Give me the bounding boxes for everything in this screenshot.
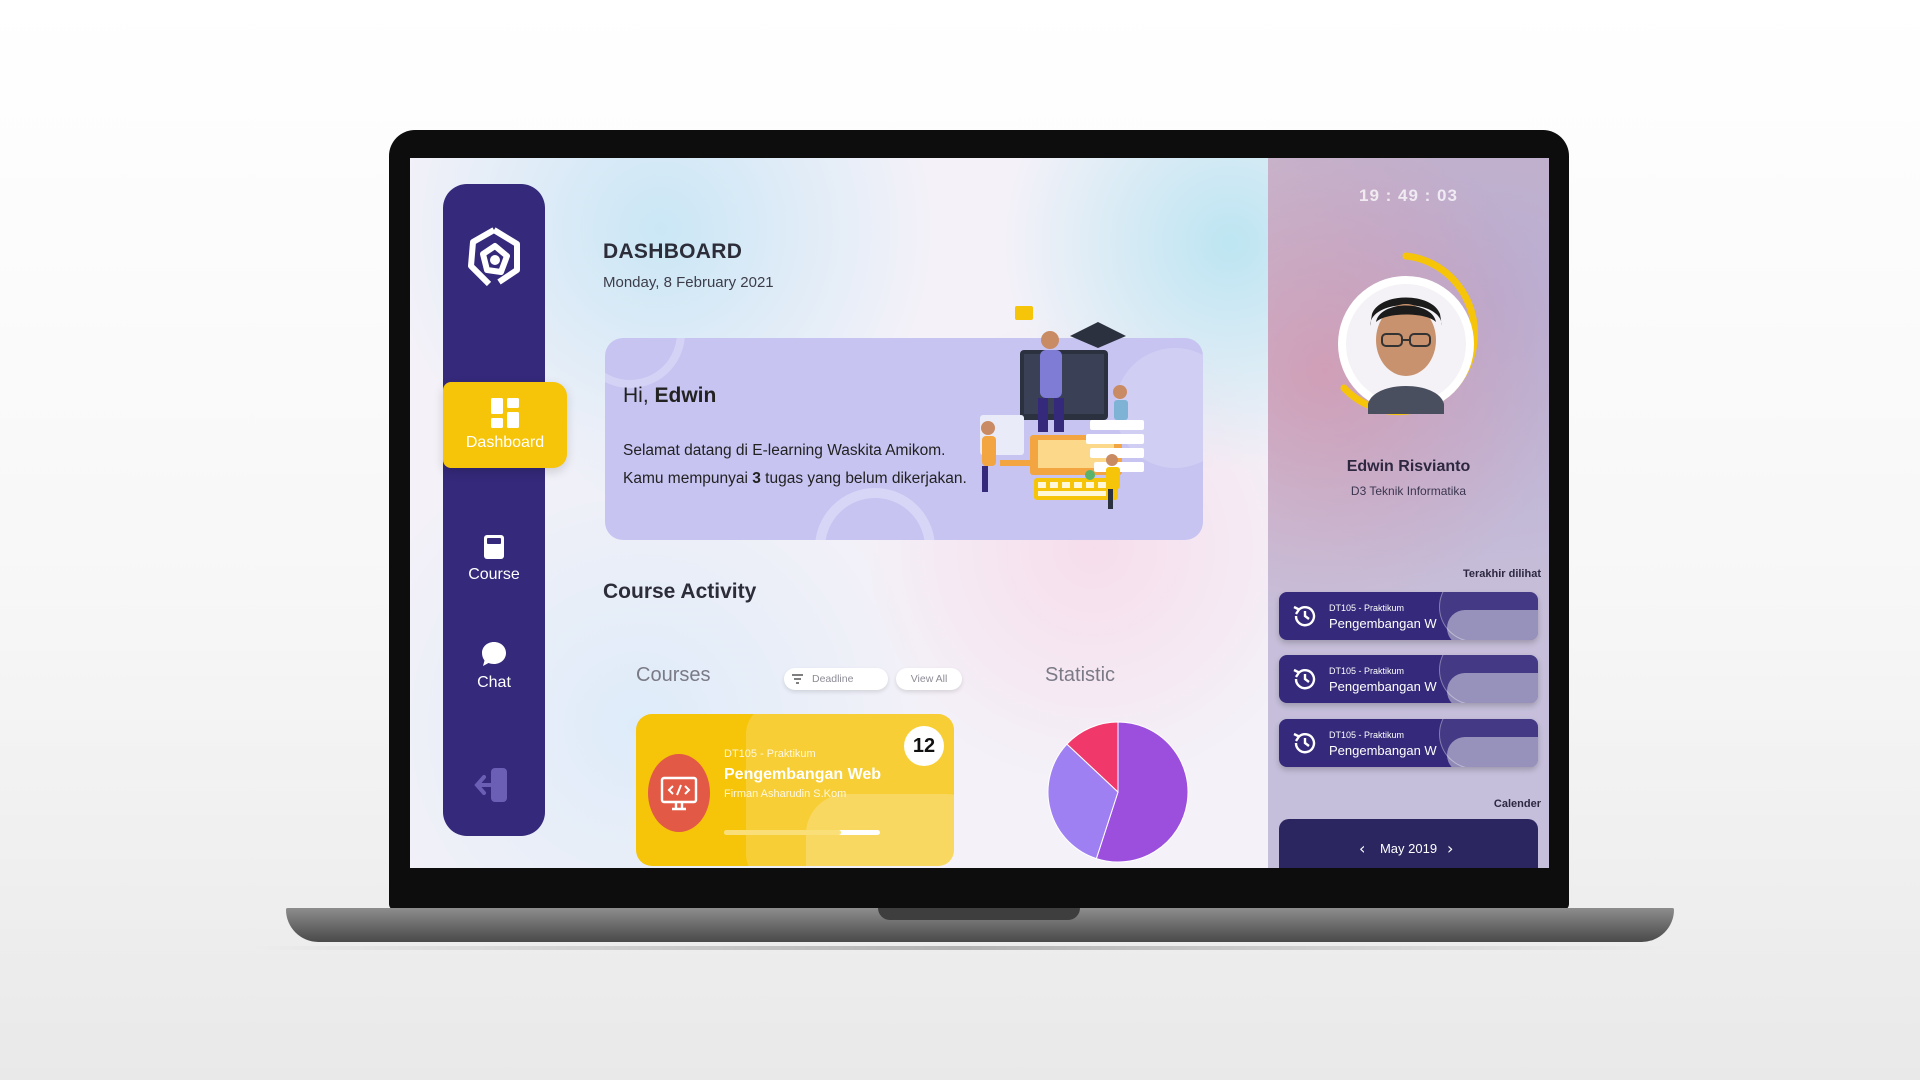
course-icon (648, 754, 710, 832)
sidebar-item-dashboard[interactable]: Dashboard (443, 382, 567, 468)
course-name: Pengembangan Web (724, 766, 882, 783)
app-screen: Course Chat Dashboard DASHBOARD Monday, … (410, 158, 1549, 868)
classroom-illustration (980, 306, 1144, 509)
dashboard-grid-icon (491, 398, 519, 428)
recent-name: Pengembangan W (1329, 616, 1437, 631)
deadline-filter-label: Deadline (812, 673, 854, 685)
sidebar-item-label: Course (468, 566, 520, 583)
decorative-shape (1447, 610, 1538, 640)
page-title: DASHBOARD (603, 240, 743, 263)
sidebar-item-label: Dashboard (465, 434, 545, 451)
calendar-month: May 2019 (1379, 841, 1438, 856)
decorative-ring (815, 488, 935, 540)
welcome-message: Selamat datang di E-learning Waskita Ami… (623, 442, 946, 459)
greeting-name: Edwin (654, 384, 717, 407)
deadline-filter-button[interactable]: Deadline (784, 668, 888, 690)
profile-panel: 19 : 49 : 03 Edwin Risvianto D3 Teknik I… (1268, 158, 1549, 868)
decorative-ring (605, 338, 685, 388)
sidebar-item-label: Chat (477, 674, 511, 691)
recent-item[interactable]: DT105 - Praktikum Pengembangan W (1279, 655, 1538, 703)
user-major: D3 Teknik Informatika (1350, 484, 1467, 498)
course-count-badge: 12 (904, 726, 944, 766)
task-message-prefix: Kamu mempunyai (623, 470, 748, 487)
recent-code: DT105 - Praktikum (1329, 730, 1405, 740)
view-all-button[interactable]: View All (896, 668, 962, 690)
greeting: Hi, Edwin (623, 384, 716, 408)
statistic-pie-chart (1047, 721, 1189, 863)
section-title-course-activity: Course Activity (603, 580, 757, 603)
user-name: Edwin Risvianto (1346, 458, 1471, 475)
task-message: Kamu mempunyai 3 tugas yang belum dikerj… (623, 470, 967, 488)
recent-item[interactable]: DT105 - Praktikum Pengembangan W (1279, 719, 1538, 767)
sidebar: Course Chat (443, 184, 545, 836)
history-icon (1293, 668, 1316, 690)
greeting-prefix: Hi, (623, 384, 649, 407)
laptop-notch (878, 908, 1080, 920)
code-monitor-icon (660, 776, 698, 811)
statistic-title: Statistic (1045, 664, 1116, 686)
calendar: ‹ May 2019 › (1279, 819, 1538, 868)
course-progress-bar (724, 830, 880, 835)
chevron-right-icon[interactable]: › (1447, 839, 1453, 858)
recent-label: Terakhir dilihat (1462, 568, 1541, 580)
course-progress-fill (724, 830, 841, 835)
course-code: DT105 - Praktikum (724, 748, 816, 760)
course-lecturer: Firman Asharudin S.Kom (724, 788, 847, 800)
history-icon (1293, 732, 1316, 754)
book-icon (484, 535, 504, 559)
courses-title: Courses (636, 664, 711, 686)
laptop-shadow (250, 946, 1670, 950)
recent-code: DT105 - Praktikum (1329, 666, 1405, 676)
recent-name: Pengembangan W (1329, 679, 1437, 694)
history-icon (1293, 605, 1316, 627)
recent-code: DT105 - Praktikum (1329, 603, 1405, 613)
decorative-shape (1447, 737, 1538, 767)
logout-icon[interactable] (473, 764, 515, 806)
task-message-suffix: tugas yang belum dikerjakan. (765, 470, 967, 487)
filter-icon (792, 674, 803, 684)
amikom-logo-icon[interactable] (463, 224, 525, 296)
decorative-shape (1447, 673, 1538, 703)
chat-bubble-icon (482, 642, 506, 666)
clock: 19 : 49 : 03 (1359, 186, 1458, 205)
course-card[interactable]: DT105 - Praktikum Pengembangan Web Firma… (636, 714, 954, 866)
page-date: Monday, 8 February 2021 (603, 274, 774, 291)
avatar (1338, 252, 1478, 416)
recent-name: Pengembangan W (1329, 743, 1437, 758)
sidebar-item-chat[interactable]: Chat (443, 640, 545, 692)
task-count: 3 (752, 470, 761, 487)
calendar-label: Calender (1493, 798, 1541, 810)
sidebar-item-course[interactable]: Course (443, 534, 545, 584)
recent-item[interactable]: DT105 - Praktikum Pengembangan W (1279, 592, 1538, 640)
